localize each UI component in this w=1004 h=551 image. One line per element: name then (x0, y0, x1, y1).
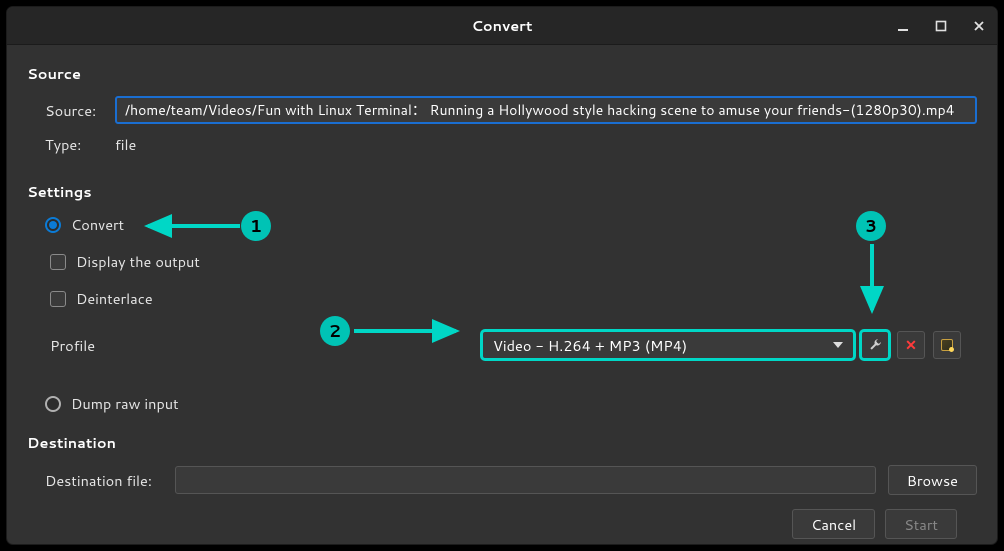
source-label: Source: (45, 100, 101, 121)
type-row: Type: file (45, 134, 977, 163)
new-profile-icon (941, 339, 953, 351)
destination-file-input[interactable] (175, 466, 876, 494)
deinterlace-checkbox[interactable] (50, 291, 66, 307)
close-icon (973, 20, 985, 32)
titlebar: Convert (7, 7, 997, 45)
destination-file-label: Destination file: (45, 470, 163, 491)
window-controls (893, 7, 989, 44)
annotation-badge-2: 2 (320, 316, 350, 346)
browse-button[interactable]: Browse (888, 465, 977, 495)
profile-select-value: Video - H.264 + MP3 (MP4) (493, 335, 687, 356)
close-button[interactable] (969, 16, 989, 36)
annotation-badge-1: 1 (241, 211, 271, 241)
minimize-button[interactable] (893, 16, 913, 36)
destination-row: Destination file: Browse (45, 465, 977, 495)
minimize-icon (897, 20, 909, 32)
source-row: Source: (45, 96, 977, 124)
display-output-row[interactable]: Display the output (50, 251, 977, 272)
convert-radio-label: Convert (71, 214, 124, 235)
annotation-arrow-2 (352, 321, 462, 341)
source-input[interactable] (115, 96, 977, 124)
maximize-button[interactable] (931, 16, 951, 36)
x-icon: ✕ (905, 335, 917, 355)
settings-heading: Settings (27, 181, 977, 202)
wrench-icon (868, 338, 882, 352)
maximize-icon (935, 20, 947, 32)
annotation-arrow-1 (142, 216, 242, 236)
convert-radio[interactable] (45, 217, 61, 233)
delete-profile-button[interactable]: ✕ (897, 331, 925, 359)
type-label: Type: (45, 134, 101, 155)
profile-select[interactable]: Video - H.264 + MP3 (MP4) (482, 331, 854, 359)
chevron-down-icon (833, 342, 843, 348)
start-button[interactable]: Start (885, 509, 957, 539)
profile-label: Profile (50, 335, 106, 356)
annotation-badge-3: 3 (856, 211, 886, 241)
type-value: file (115, 134, 136, 155)
window-title: Convert (471, 15, 532, 36)
display-output-label: Display the output (76, 251, 200, 272)
dump-raw-row[interactable]: Dump raw input (45, 393, 977, 414)
dump-raw-radio[interactable] (45, 396, 61, 412)
annotation-arrow-3 (862, 242, 882, 316)
dialog-footer: Cancel Start (27, 495, 977, 544)
dump-raw-label: Dump raw input (71, 393, 179, 414)
display-output-checkbox[interactable] (50, 254, 66, 270)
new-profile-button[interactable] (933, 331, 961, 359)
deinterlace-row[interactable]: Deinterlace (50, 288, 977, 309)
profile-row: Profile Video - H.264 + MP3 (MP4) ✕ (45, 331, 977, 359)
edit-profile-button[interactable] (861, 331, 889, 359)
deinterlace-label: Deinterlace (76, 288, 153, 309)
cancel-button[interactable]: Cancel (792, 509, 875, 539)
destination-heading: Destination (27, 432, 977, 453)
convert-dialog: Convert Source Source: Type: file Settin… (6, 6, 998, 545)
source-heading: Source (27, 63, 977, 84)
